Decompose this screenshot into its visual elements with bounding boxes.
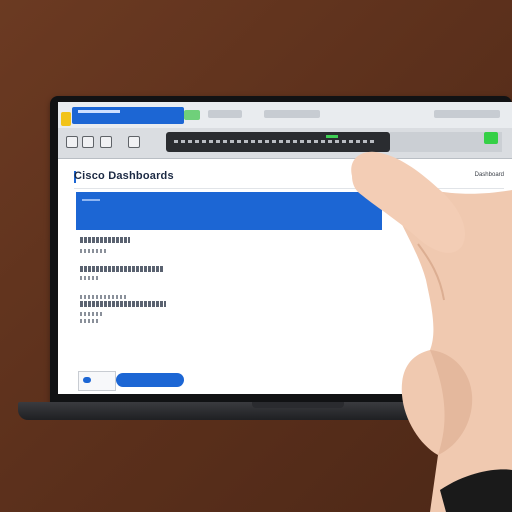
secure-indicator [326,135,338,138]
laptop-notch [252,402,344,408]
address-bar[interactable] [166,132,390,152]
hero-banner [76,192,382,230]
address-text [174,140,374,143]
secondary-button[interactable] [78,371,116,391]
tab-active[interactable] [72,107,184,124]
back-icon[interactable] [66,136,78,148]
laptop: Cisco Dashboards Dashboard [0,0,512,512]
tab-item[interactable] [264,110,320,118]
field-sublabel [80,249,108,253]
browser-toolbar [58,128,512,159]
forward-icon[interactable] [82,136,94,148]
tab-bar [58,102,512,129]
extension-icon[interactable] [484,132,498,144]
field-label [80,266,164,272]
page-content: Cisco Dashboards Dashboard [58,159,512,394]
browser-favicon-icon [61,112,71,126]
field-label [80,237,130,243]
field-sublabel [80,295,128,299]
page-title: Cisco Dashboards [74,170,174,182]
field-sublabel [80,276,100,280]
tab-item[interactable] [434,110,500,118]
field-label [80,301,166,307]
field-sublabel [80,312,102,316]
home-icon[interactable] [128,136,140,148]
tab-item[interactable] [208,110,242,118]
tab-secondary[interactable] [184,110,200,120]
top-right-link[interactable]: Dashboard [475,172,504,178]
header-divider [74,188,504,189]
submit-button[interactable] [116,373,184,387]
reload-icon[interactable] [100,136,112,148]
field-sublabel [80,319,98,323]
screen: Cisco Dashboards Dashboard [58,102,512,394]
